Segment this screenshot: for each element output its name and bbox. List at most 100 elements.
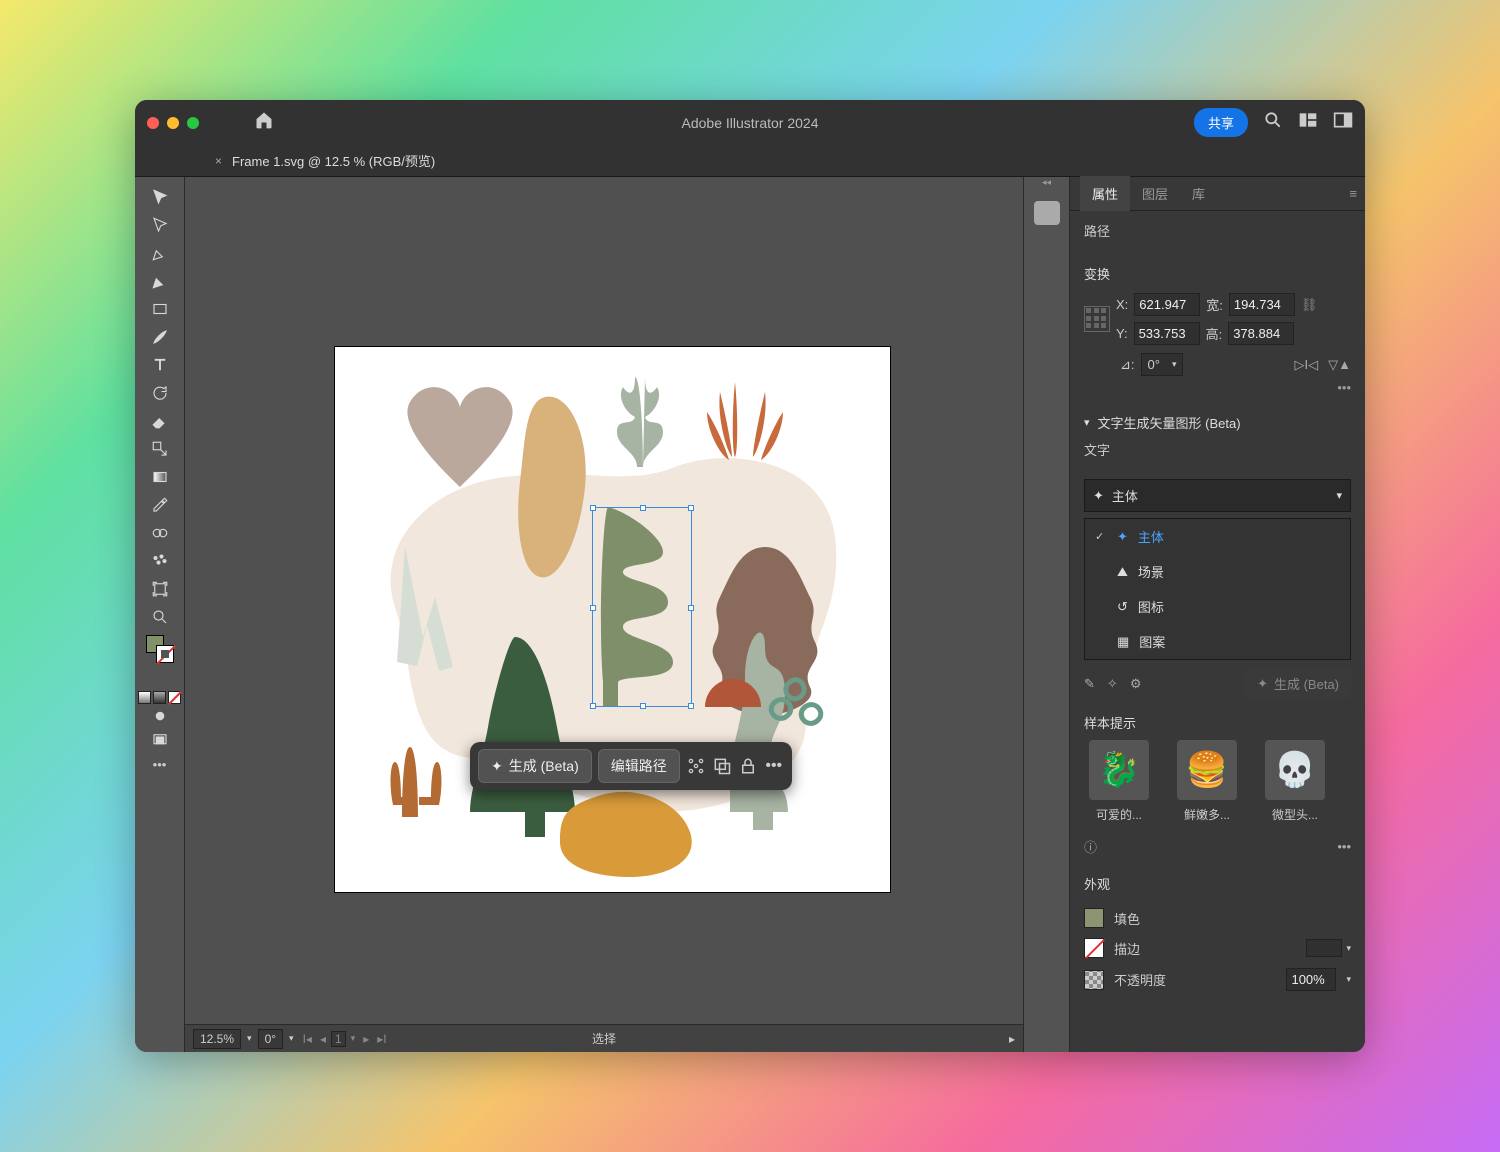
screen-mode[interactable] [144,728,176,752]
fill-swatch[interactable] [1084,908,1104,928]
transform-more-icon[interactable]: ••• [1084,380,1351,395]
option-pattern[interactable]: ▦图案 [1085,624,1350,659]
paintbrush-tool[interactable] [144,323,176,351]
more-icon[interactable]: ••• [764,756,784,776]
status-caret-icon[interactable]: ▸ [1009,1032,1015,1046]
zoom-field[interactable]: 12.5% [193,1029,241,1049]
scale-tool[interactable] [144,435,176,463]
handle-se[interactable] [688,703,694,709]
opacity-swatch[interactable] [1084,970,1104,990]
pen-tool[interactable] [144,239,176,267]
search-icon[interactable] [1263,110,1283,135]
last-artboard-icon[interactable]: ▸I [374,1032,389,1046]
flip-vertical-icon[interactable]: ▽▲ [1328,357,1351,373]
reference-point[interactable] [1084,306,1110,332]
edit-toolbar[interactable]: ••• [144,752,176,776]
handle-nw[interactable] [590,505,596,511]
stroke-weight-dropdown-icon[interactable]: ▾ [1346,943,1351,954]
w-value[interactable]: 194.734 [1229,293,1295,316]
gear-icon[interactable]: ⚙ [1130,676,1142,692]
workspace-icon[interactable] [1333,111,1353,134]
color-mode-none[interactable] [168,691,181,704]
comments-icon[interactable] [1034,201,1060,225]
rotation-dropdown-icon[interactable]: ▾ [289,1033,294,1044]
bulb-icon[interactable]: ✧ [1107,676,1118,692]
flip-horizontal-icon[interactable]: ▷I◁ [1295,357,1319,373]
direct-selection-tool[interactable] [144,211,176,239]
handle-s[interactable] [640,703,646,709]
document-tab[interactable]: × Frame 1.svg @ 12.5 % (RGB/预览) [215,151,435,170]
opacity-dropdown-icon[interactable]: ▾ [1346,974,1351,985]
first-artboard-icon[interactable]: I◂ [300,1032,315,1046]
stroke-swatch[interactable] [1084,938,1104,958]
sample-burger[interactable]: 🍔鲜嫩多... [1172,740,1242,823]
sample-dragon[interactable]: 🐉可爱的... [1084,740,1154,823]
home-icon[interactable] [254,110,274,135]
contextual-taskbar[interactable]: ✦ 生成 (Beta) 编辑路径 ••• [470,742,792,790]
close-window[interactable] [147,117,159,129]
panel-menu-icon[interactable]: ≡ [1349,186,1357,201]
eyedropper-tool[interactable] [144,491,176,519]
zoom-tool[interactable] [144,603,176,631]
handle-n[interactable] [640,505,646,511]
next-artboard-icon[interactable]: ▸ [360,1032,372,1046]
x-value[interactable]: 621.947 [1134,293,1200,316]
wand-icon[interactable]: ✎ [1084,676,1095,692]
selection-bounding-box[interactable] [592,507,692,707]
symbol-sprayer-tool[interactable] [144,547,176,575]
angle-field[interactable]: 0° ▾ [1141,353,1184,376]
rectangle-tool[interactable] [144,295,176,323]
rotate-tool[interactable] [144,379,176,407]
option-scene[interactable]: ⛰场景 [1085,554,1350,589]
info-icon[interactable]: ⓘ [1084,837,1097,856]
duplicate-icon[interactable] [712,756,732,776]
handle-e[interactable] [688,605,694,611]
gradient-tool[interactable] [144,463,176,491]
info-more-icon[interactable]: ••• [1337,839,1351,854]
sample-skull[interactable]: 💀微型头... [1260,740,1330,823]
stroke-swatch[interactable] [156,645,174,663]
stroke-weight[interactable] [1306,939,1342,957]
eraser-tool[interactable] [144,407,176,435]
zoom-dropdown-icon[interactable]: ▾ [247,1033,252,1044]
opacity-value[interactable]: 100% [1286,968,1336,991]
y-value[interactable]: 533.753 [1134,322,1200,345]
share-button[interactable]: 共享 [1194,108,1248,137]
option-icon[interactable]: ↺图标 [1085,589,1350,624]
color-mode-solid[interactable] [138,691,151,704]
artboard-number[interactable]: 1 [331,1031,346,1047]
generate-button[interactable]: ✦ 生成 (Beta) [478,749,592,783]
prev-artboard-icon[interactable]: ◂ [317,1032,329,1046]
canvas[interactable]: ✦ 生成 (Beta) 编辑路径 ••• 12.5% ▾ 0° ▾ I◂ [185,177,1023,1052]
textgen-type-dropdown[interactable]: ✦ 主体 ▾ [1084,479,1351,512]
fill-stroke-control[interactable] [144,635,176,665]
artboard-tool[interactable] [144,575,176,603]
arrange-icon[interactable] [1298,111,1318,134]
tab-libraries[interactable]: 库 [1180,176,1217,211]
ungroup-icon[interactable] [686,756,706,776]
handle-sw[interactable] [590,703,596,709]
maximize-window[interactable] [187,117,199,129]
tab-layers[interactable]: 图层 [1130,176,1180,211]
tab-properties[interactable]: 属性 [1080,176,1130,211]
lock-icon[interactable] [738,756,758,776]
blend-tool[interactable] [144,519,176,547]
artboard-dropdown-icon[interactable]: ▾ [348,1033,359,1044]
handle-ne[interactable] [688,505,694,511]
type-tool[interactable] [144,351,176,379]
curvature-tool[interactable] [144,267,176,295]
h-value[interactable]: 378.884 [1228,322,1294,345]
draw-mode-normal[interactable] [144,704,176,728]
option-subject[interactable]: ✓✦主体 [1085,519,1350,554]
constrain-icon[interactable]: ⛓ [1301,297,1318,313]
collapse-dock-icon[interactable]: ◂◂ [1024,177,1069,189]
selection-tool[interactable] [144,183,176,211]
handle-w[interactable] [590,605,596,611]
minimize-window[interactable] [167,117,179,129]
textgen-accordion[interactable]: ▾ 文字生成矢量图形 (Beta) [1070,405,1365,440]
rotation-field[interactable]: 0° [258,1029,283,1049]
color-mode-gradient[interactable] [153,691,166,704]
close-tab-icon[interactable]: × [215,154,222,168]
angle-dropdown-icon[interactable]: ▾ [1172,359,1177,370]
edit-path-button[interactable]: 编辑路径 [598,749,680,783]
